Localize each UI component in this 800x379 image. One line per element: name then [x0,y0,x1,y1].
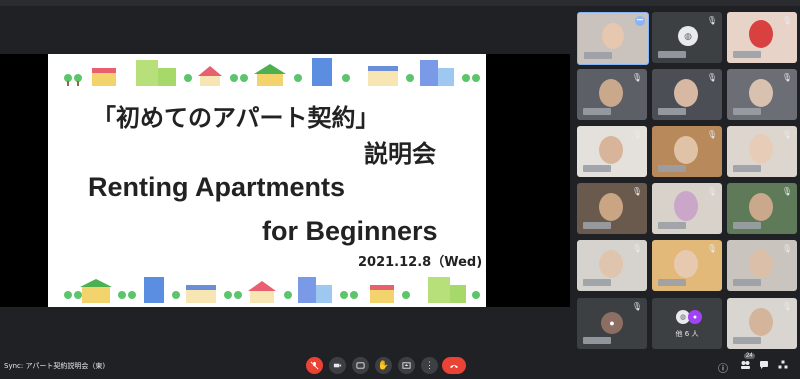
participant-tile[interactable]: 🎙 [727,183,797,234]
participant-tile[interactable]: ••• [577,12,649,65]
mic-off-icon: 🎙 [631,244,642,253]
participant-tile[interactable]: ◍ 🎙 [652,12,722,63]
slide-top-decoration [64,58,480,86]
participant-tile[interactable]: 🎙 [577,240,647,291]
mic-off-icon: 🎙 [781,16,792,25]
participant-name [583,165,611,172]
mic-off-icon: 🎙 [781,244,792,253]
top-bar [0,0,800,6]
mic-off-icon: 🎙 [706,244,717,253]
people-icon[interactable] [740,360,751,372]
participant-name [658,165,686,172]
slide-title-jp: 「初めてのアパート契約」 [92,104,380,132]
mic-off-icon: 🎙 [706,16,717,25]
mic-off-icon: 🎙 [631,187,642,196]
participant-video [749,250,773,278]
info-icon[interactable]: ⓘ [718,360,728,375]
participant-avatar: ◍ [678,26,698,46]
raise-hand-icon[interactable]: ✋ [375,357,392,374]
participant-video [674,250,698,278]
participant-name [658,108,686,115]
participant-video [749,79,773,107]
participant-name [733,165,761,172]
mic-off-icon: 🎙 [631,73,642,82]
participant-video [749,134,773,164]
participant-avatar: ● [688,310,702,324]
more-options-icon[interactable]: ••• [635,16,645,26]
captions-icon[interactable] [352,357,369,374]
participant-video [674,191,698,221]
presentation-slide: 「初めてのアパート契約」 説明会 Renting Apartments for … [48,54,486,307]
more-options-icon[interactable]: ⋮ [421,357,438,374]
participant-count-badge: 24 [744,353,755,359]
participant-name [583,279,611,286]
mic-off-icon: 🎙 [706,130,717,139]
participant-tile[interactable]: 🎙 [577,69,647,120]
participant-name [658,51,686,58]
participant-name [584,52,612,59]
participant-tile[interactable]: 🎙 [727,240,797,291]
mic-off-icon: 🎙 [631,302,642,311]
participant-video [602,23,624,49]
participant-name [733,337,761,344]
activities-icon[interactable] [778,360,788,372]
participant-video [674,136,698,164]
slide-title-en-2: for Beginners [262,216,438,246]
participant-tile[interactable]: 🎙 [652,69,722,120]
participant-name [733,279,761,286]
bottom-control-bar: Sync: アパート契約説明会（東) ✋ ⋮ ⓘ 24 [0,352,800,379]
participant-tile[interactable]: 🎙 [652,240,722,291]
participant-name [583,222,611,229]
participant-tile[interactable]: 🎙 [577,126,647,177]
mic-off-icon: 🎙 [781,73,792,82]
participant-video [674,79,698,107]
camera-icon[interactable] [329,357,346,374]
participant-name [583,337,611,344]
end-call-icon[interactable] [442,357,466,374]
slide-date: 2021.12.8（Wed) [358,255,483,270]
participant-tile[interactable]: 🎙 [727,126,797,177]
participant-tile[interactable]: 🎙 [577,183,647,234]
participant-tile[interactable]: 🎙 [652,183,722,234]
participant-tile[interactable]: 🎙 [727,69,797,120]
participant-video [749,20,773,48]
mic-off-icon[interactable] [306,357,323,374]
present-icon[interactable] [398,357,415,374]
participant-name [733,222,761,229]
participant-video [749,193,773,221]
participant-name [733,108,761,115]
participant-name [658,222,686,229]
participant-video [749,308,773,336]
participant-tile[interactable]: ● 🎙 [577,298,647,349]
others-tile[interactable]: ◍ ● 他 6 人 [652,298,722,349]
slide-title-jp-2: 説明会 [364,140,436,168]
mic-off-icon: 🎙 [706,187,717,196]
participant-video [599,136,623,164]
participant-tile[interactable]: 🎙 [727,298,797,349]
slide-bottom-decoration [64,277,480,303]
others-count-label: 他 6 人 [675,330,699,338]
mic-off-icon: 🎙 [781,130,792,139]
participant-name [733,51,761,58]
mic-off-icon: 🎙 [781,302,792,311]
participant-tile[interactable]: 🎙 [727,12,797,63]
mic-off-icon: 🎙 [706,73,717,82]
participant-name [658,279,686,286]
mic-off-icon: 🎙 [631,130,642,139]
meeting-title: Sync: アパート契約説明会（東) [4,362,106,370]
chat-icon[interactable] [759,360,769,372]
participant-tile[interactable]: 🎙 [652,126,722,177]
participant-video [599,79,623,107]
participant-video [599,250,623,278]
participant-video [599,193,623,221]
participant-avatar: ● [601,312,623,334]
slide-title-en: Renting Apartments [88,172,346,202]
mic-off-icon: 🎙 [781,187,792,196]
participant-name [583,108,611,115]
